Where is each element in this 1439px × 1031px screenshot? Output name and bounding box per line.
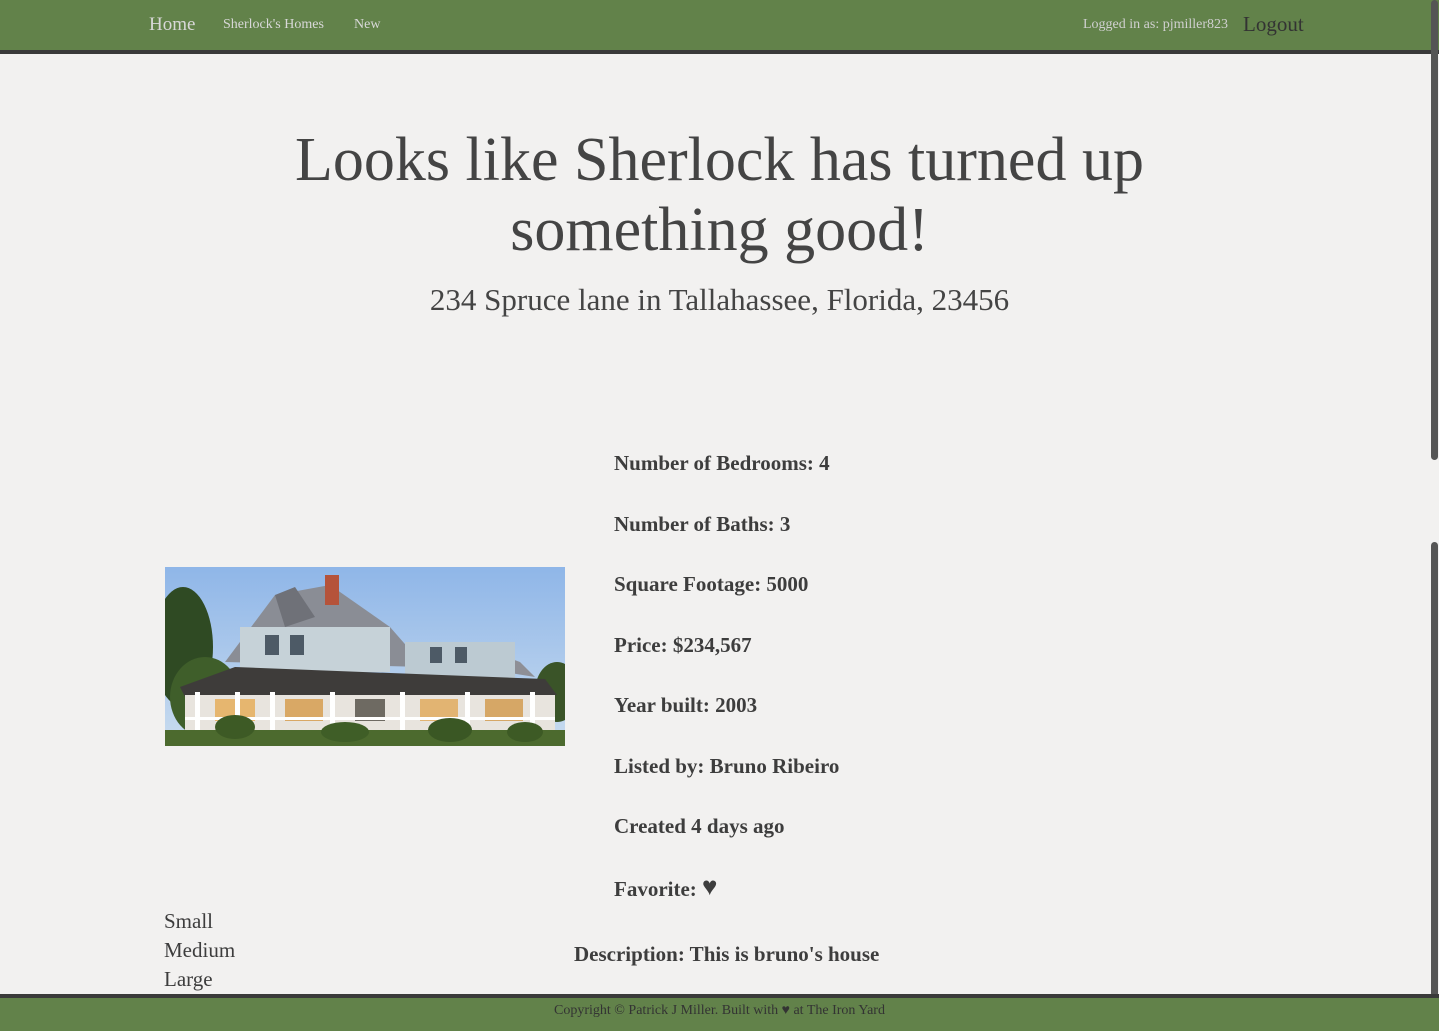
detail-bedrooms: Number of Bedrooms: 4: [614, 451, 830, 475]
detail-listed-by: Listed by: Bruno Ribeiro: [614, 753, 840, 778]
property-description: Description: This is bruno's house: [574, 942, 880, 966]
nav-sherlocks-homes-link[interactable]: Sherlock's Homes: [223, 17, 324, 33]
detail-favorite: Favorite: ♥: [614, 872, 839, 934]
property-address: 234 Spruce lane in Tallahassee, Florida,…: [429, 282, 1010, 317]
nav-new-link[interactable]: New: [354, 17, 380, 33]
size-option-large[interactable]: Large: [164, 965, 235, 994]
property-details: Number of Bedrooms: 4 Number of Baths: 3…: [614, 449, 839, 933]
house-photo: [165, 567, 565, 746]
page-title-line-2: something good!: [510, 196, 929, 264]
scrollbar-thumb-lower[interactable]: [1431, 542, 1438, 997]
detail-square-footage: Square Footage: 5000: [614, 572, 809, 596]
nav-home-link[interactable]: Home: [149, 14, 195, 36]
page-title-line-1: Looks like Sherlock has turned up: [295, 126, 1144, 194]
top-navbar: Home Sherlock's Homes New Logged in as: …: [0, 0, 1439, 54]
logout-link[interactable]: Logout: [1243, 12, 1304, 37]
logged-in-user: Logged in as: pjmiller823: [1083, 17, 1229, 32]
detail-baths: Number of Baths: 3: [614, 511, 791, 536]
size-option-small[interactable]: Small: [164, 907, 235, 936]
detail-created: Created 4 days ago: [614, 814, 785, 838]
heart-icon[interactable]: ♥: [702, 872, 717, 901]
size-option-medium[interactable]: Medium: [164, 936, 235, 965]
footer-copyright: Copyright © Patrick J Miller. Built with…: [554, 1003, 885, 1018]
page-title: Looks like Sherlock has turned up someth…: [0, 125, 1439, 265]
detail-year-built: Year built: 2003: [614, 693, 758, 717]
size-list: Small Medium Large: [164, 907, 235, 994]
detail-price: Price: $234,567: [614, 632, 752, 657]
favorite-label: Favorite:: [614, 876, 697, 901]
footer: Copyright © Patrick J Miller. Built with…: [0, 994, 1439, 1031]
